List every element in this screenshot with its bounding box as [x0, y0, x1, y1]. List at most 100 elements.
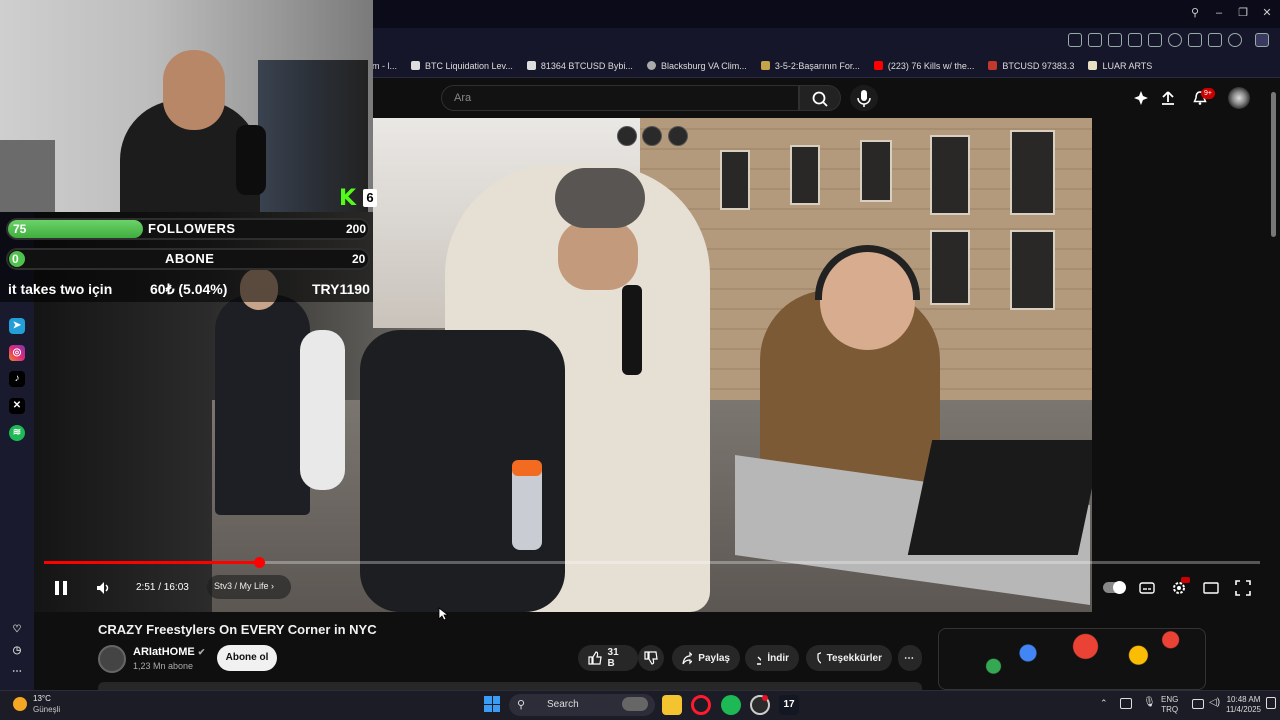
search-icon[interactable]: ⚲	[1187, 5, 1203, 21]
share-button[interactable]: Paylaş	[672, 645, 740, 671]
start-tile	[484, 704, 492, 712]
add-icon[interactable]	[642, 126, 662, 146]
file-explorer-icon[interactable]	[662, 695, 682, 715]
minimize-button[interactable]: –	[1211, 5, 1227, 21]
close-button[interactable]: ✕	[1259, 5, 1275, 21]
instagram-icon[interactable]: ◎	[9, 345, 25, 361]
notification-center-icon[interactable]	[1266, 697, 1276, 709]
camera-icon[interactable]	[1088, 33, 1102, 47]
opera-browser-icon[interactable]	[691, 695, 711, 715]
heart-icon[interactable]: ♡	[9, 622, 25, 638]
weather-sun-icon	[13, 697, 27, 711]
fullscreen-icon[interactable]	[1235, 580, 1251, 596]
start-tile	[492, 696, 500, 704]
heart-icon[interactable]	[1168, 33, 1182, 47]
video-letterbox	[1092, 118, 1270, 612]
tiktok-icon[interactable]: ♪	[9, 371, 25, 387]
webcam-microphone	[236, 125, 266, 195]
weather-description: Güneşli	[33, 705, 61, 714]
subscribe-button[interactable]: Abone ol	[217, 645, 277, 671]
video-scene-laptop	[907, 440, 1103, 555]
download-icon[interactable]	[1188, 33, 1202, 47]
mouse-cursor-icon	[438, 607, 448, 621]
language-indicator[interactable]: ENG TRQ	[1161, 695, 1178, 715]
donation-goal-text: it takes two için	[8, 281, 113, 297]
video-scene-window	[1010, 130, 1055, 215]
ai-sparkle-icon[interactable]	[1133, 90, 1149, 106]
thumbs-down-icon	[644, 651, 658, 665]
chevron-up-icon[interactable]: ⌃	[1100, 698, 1108, 709]
volume-icon[interactable]	[95, 580, 111, 596]
search-button[interactable]	[799, 85, 841, 111]
webcam-streamer-head	[163, 50, 225, 130]
upload-icon[interactable]	[1160, 90, 1176, 106]
more-icon[interactable]: ⋯	[9, 664, 25, 680]
bookmark-item[interactable]: 81364 BTCUSD Bybi...	[526, 61, 633, 71]
like-button[interactable]: 31 B	[578, 645, 638, 671]
video-scene-microphone	[622, 285, 642, 375]
app-notification-dot	[762, 695, 768, 701]
tradingview-icon[interactable]: 17	[779, 695, 799, 715]
display-icon[interactable]	[1192, 699, 1204, 709]
clock[interactable]: 10:48 AM 11/4/2025	[1226, 695, 1261, 715]
telegram-icon[interactable]: ➤	[9, 318, 25, 334]
theater-mode-icon[interactable]	[1203, 580, 1219, 596]
search-input[interactable]: Ara	[441, 85, 799, 111]
miniplayer-icon[interactable]	[617, 126, 637, 146]
abone-label: ABONE	[165, 251, 215, 266]
dislike-button[interactable]	[638, 645, 664, 671]
video-scene-window	[930, 135, 970, 215]
tracker-icon[interactable]	[1128, 33, 1142, 47]
bookmark-item[interactable]: 3-5-2:Başarının For...	[760, 61, 860, 71]
autoplay-toggle[interactable]	[1103, 581, 1126, 594]
x-icon[interactable]: ✕	[9, 398, 25, 414]
bookmark-item[interactable]: LUAR ARTS	[1088, 61, 1152, 71]
bookmark-item[interactable]: m - l...	[372, 61, 397, 71]
spotify-icon[interactable]: ≋	[9, 425, 25, 441]
bookmark-item[interactable]: Blacksburg VA Clim...	[646, 61, 747, 71]
shield-icon[interactable]	[1108, 33, 1122, 47]
abone-current: 0	[12, 252, 19, 266]
page-scrollbar[interactable]	[1271, 92, 1276, 237]
channel-name[interactable]: ARIatHOME ✔	[133, 646, 205, 658]
menu-icon[interactable]	[1208, 33, 1222, 47]
pause-icon[interactable]	[53, 580, 69, 596]
spotify-icon[interactable]	[721, 695, 741, 715]
bookmark-favicon-icon	[526, 61, 536, 70]
search-highlight-icon	[622, 697, 648, 711]
subtitles-icon[interactable]	[1139, 580, 1155, 596]
video-scene-rapper-face	[558, 220, 638, 290]
skip-icon[interactable]	[668, 126, 688, 146]
video-scene-window	[790, 145, 820, 205]
history-icon[interactable]: ◷	[9, 643, 25, 659]
autoplay-knob	[1113, 581, 1126, 594]
windows-start-icon[interactable]	[484, 696, 500, 712]
video-scene-pedestrian	[300, 330, 345, 490]
profile-icon[interactable]	[1228, 33, 1242, 47]
video-scene-window	[720, 150, 750, 210]
like-count: 31 B	[607, 647, 619, 669]
account-avatar[interactable]	[1228, 87, 1250, 109]
channel-subscribers: 1,23 Mn abone	[133, 661, 194, 671]
chapter-button[interactable]: Stv3 / My Life ›	[207, 575, 291, 599]
bookmark-item[interactable]: BTC Liquidation Lev...	[411, 61, 513, 71]
mic-tray-icon[interactable]: 🎙	[1143, 697, 1156, 708]
extensions-icon[interactable]	[1255, 33, 1269, 47]
video-progress-played	[44, 561, 260, 564]
maximize-button[interactable]: ❐	[1235, 5, 1251, 21]
channel-avatar[interactable]	[98, 645, 126, 673]
voice-search-button[interactable]	[850, 85, 878, 111]
microphone-icon	[857, 90, 871, 107]
play-icon[interactable]	[1148, 33, 1162, 47]
volume-icon[interactable]: ◁)	[1209, 697, 1220, 708]
bookmark-item[interactable]: BTCUSD 97383.3	[988, 61, 1074, 71]
thanks-icon: $	[817, 652, 821, 664]
more-actions-button[interactable]: ⋯	[898, 645, 922, 671]
download-button[interactable]: İndir	[745, 645, 799, 671]
bookmark-item[interactable]: (223) 76 Kills w/ the...	[873, 61, 974, 71]
description-box[interactable]	[98, 682, 922, 690]
sidebar-ad-card[interactable]	[938, 628, 1206, 690]
tray-app-icon[interactable]	[1120, 698, 1132, 709]
edit-icon[interactable]	[1068, 33, 1082, 47]
thanks-button[interactable]: $ Teşekkürler	[806, 645, 892, 671]
